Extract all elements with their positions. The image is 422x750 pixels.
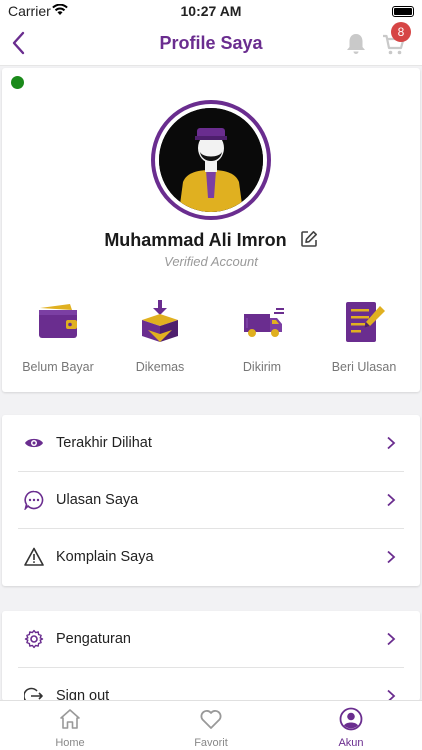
menu-item-pengaturan[interactable]: Pengaturan — [18, 611, 404, 668]
edit-icon[interactable] — [300, 230, 318, 248]
user-avatar-illustration — [159, 108, 263, 212]
menu-item-label: Ulasan Saya — [56, 492, 139, 508]
wallet-icon — [39, 304, 77, 338]
menu-item-label: Komplain Saya — [56, 549, 154, 565]
activity-menu-card: Terakhir Dilihat Ulasan Saya Komplain Sa… — [2, 415, 420, 586]
chat-icon — [24, 490, 44, 510]
bottom-navigation: Home Favorit Akun — [0, 700, 422, 750]
verified-account-label: Verified Account — [164, 254, 258, 269]
order-status-label: Beri Ulasan — [331, 360, 397, 374]
chevron-right-icon — [387, 550, 396, 564]
order-status-dikirim[interactable]: Dikirim — [212, 298, 312, 374]
menu-item-label: Terakhir Dilihat — [56, 435, 152, 451]
order-status-label: Dikemas — [135, 360, 185, 374]
bell-icon[interactable] — [345, 32, 367, 56]
order-status-label: Dikirim — [242, 360, 282, 374]
truck-icon — [244, 308, 284, 337]
heart-icon — [200, 710, 222, 729]
package-icon — [142, 300, 178, 342]
order-status-belum-bayar[interactable]: Belum Bayar — [8, 298, 108, 374]
status-bar: Carrier 10:27 AM — [0, 0, 422, 22]
account-icon — [339, 707, 363, 731]
nav-label: Home — [55, 737, 85, 749]
cart-count-badge: 8 — [391, 22, 411, 42]
menu-item-komplain-saya[interactable]: Komplain Saya — [18, 529, 404, 586]
avatar-image — [159, 108, 263, 212]
profile-name: Muhammad Ali Imron — [104, 230, 287, 250]
menu-item-sign-out[interactable]: Sign out — [18, 668, 404, 701]
order-status-dikemas[interactable]: Dikemas — [110, 298, 210, 374]
review-icon — [346, 302, 385, 342]
nav-label: Akun — [338, 737, 364, 749]
sign-out-icon — [24, 687, 43, 701]
profile-name-row: Muhammad Ali Imron — [2, 230, 420, 251]
gear-icon — [24, 629, 44, 649]
nav-akun[interactable]: Akun — [311, 707, 391, 749]
warning-icon — [24, 547, 44, 566]
battery-icon — [392, 6, 414, 17]
menu-item-ulasan-saya[interactable]: Ulasan Saya — [18, 472, 404, 529]
avatar[interactable] — [151, 100, 271, 220]
account-menu-card: Pengaturan Sign out — [2, 611, 420, 701]
app-header: Profile Saya 8 — [0, 22, 422, 66]
menu-item-label: Pengaturan — [56, 631, 131, 647]
nav-label: Favorit — [194, 737, 228, 749]
chevron-right-icon — [387, 493, 396, 507]
clock: 10:27 AM — [180, 3, 242, 19]
online-status-dot — [11, 76, 24, 89]
chevron-right-icon — [387, 632, 396, 646]
nav-favorit[interactable]: Favorit — [171, 707, 251, 749]
home-icon — [60, 709, 80, 729]
profile-card: Muhammad Ali Imron Verified Account Belu… — [2, 68, 420, 392]
chevron-right-icon — [387, 436, 396, 450]
order-status-label: Belum Bayar — [22, 360, 94, 374]
eye-icon — [25, 438, 43, 448]
nav-home[interactable]: Home — [30, 707, 110, 749]
order-status-beri-ulasan[interactable]: Beri Ulasan — [314, 298, 414, 374]
menu-item-terakhir-dilihat[interactable]: Terakhir Dilihat — [18, 415, 404, 472]
